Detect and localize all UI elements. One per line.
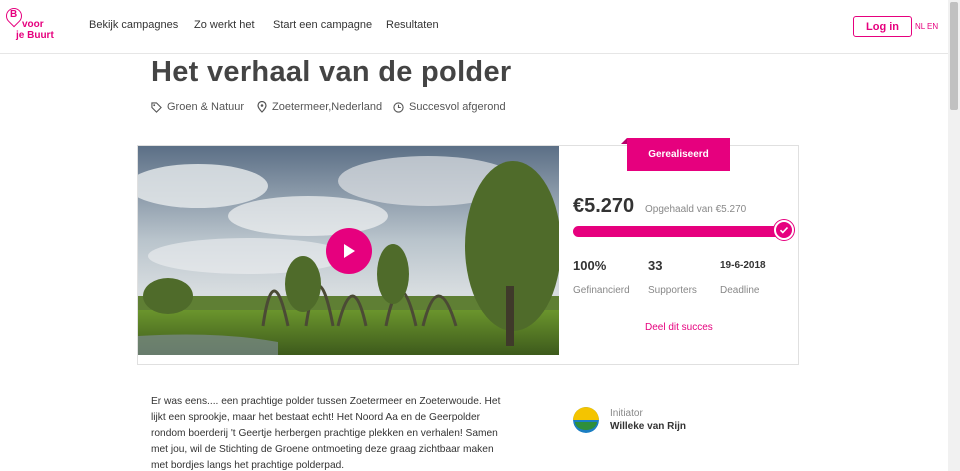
nav-bekijk-campagnes[interactable]: Bekijk campagnes (89, 19, 178, 31)
campaign-video-thumbnail[interactable] (138, 146, 559, 355)
campaign-status: Succesvol afgerond (393, 101, 506, 113)
campaign-description: Er was eens.... een prachtige polder tus… (151, 396, 501, 471)
play-icon (344, 244, 355, 258)
clock-icon (393, 101, 404, 113)
lang-nl-link[interactable]: NL (915, 22, 925, 31)
map-pin-icon (257, 101, 267, 113)
funding-progress-fill (573, 226, 787, 237)
check-icon (774, 220, 794, 240)
realised-badge: Gerealiseerd (621, 138, 730, 171)
category-label: Groen & Natuur (167, 101, 245, 113)
login-button[interactable]: Log in (853, 16, 912, 37)
funding-progress-bar (573, 226, 787, 237)
nav-zo-werkt-het[interactable]: Zo werkt het (194, 19, 255, 31)
raised-target: Opgehaald van €5.270 (645, 204, 747, 215)
initiator-name[interactable]: Willeke van Rijn (610, 421, 686, 432)
scrollbar-thumb[interactable] (950, 2, 958, 110)
initiator-avatar[interactable] (573, 407, 599, 433)
campaign-category[interactable]: Groen & Natuur (151, 101, 244, 113)
status-label: Succesvol afgerond (409, 101, 506, 113)
stat-supporters: 33 (648, 258, 663, 273)
nav-resultaten[interactable]: Resultaten (386, 19, 439, 31)
share-success-link[interactable]: Deel dit succes (645, 322, 713, 333)
play-video-button[interactable] (326, 228, 372, 274)
logo-text-line2: je Buurt (16, 30, 54, 41)
campaign-title: Het verhaal van de polder (151, 56, 512, 88)
site-header: B voor je Buurt Bekijk campagnes Zo werk… (0, 0, 948, 54)
stat-percent-label: Gefinancierd (573, 285, 630, 296)
stat-deadline: 19-6-2018 (720, 260, 766, 271)
location-label: Zoetermeer,Nederland (272, 101, 383, 113)
logo-mark: B (10, 9, 18, 20)
tag-icon (151, 101, 162, 113)
stat-percent: 100% (573, 258, 607, 273)
campaign-location[interactable]: Zoetermeer,Nederland (257, 101, 382, 113)
lang-en-link[interactable]: EN (927, 22, 938, 31)
stat-deadline-label: Deadline (720, 285, 760, 296)
page-scrollbar[interactable] (948, 0, 960, 471)
initiator-label: Initiator (610, 408, 643, 419)
stat-supporters-label: Supporters (648, 285, 697, 296)
logo-text-line1: voor (22, 19, 44, 30)
site-logo[interactable]: B voor je Buurt (2, 4, 58, 44)
nav-start-campagne[interactable]: Start een campagne (273, 19, 372, 31)
raised-amount: €5.270 (573, 195, 635, 217)
